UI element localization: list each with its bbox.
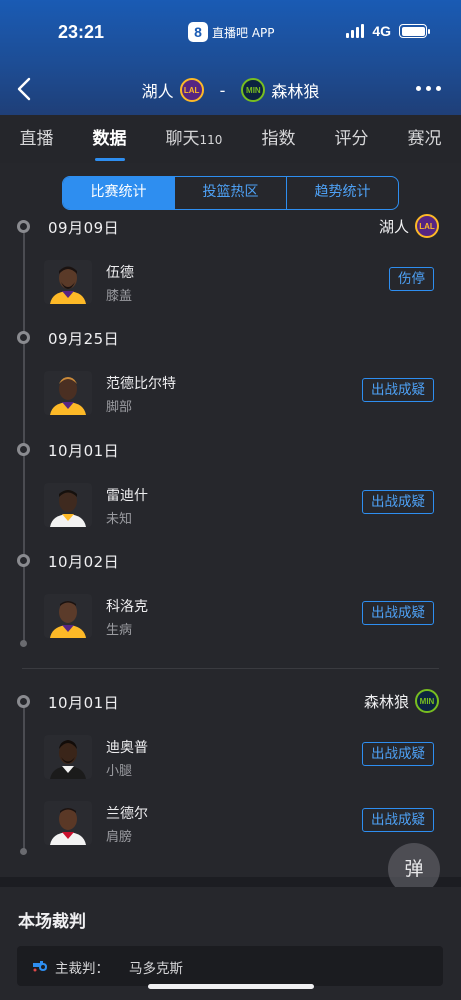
player-avatar — [44, 483, 92, 527]
tab-recap[interactable]: 赛况 — [407, 115, 441, 163]
player-avatar — [44, 371, 92, 415]
chat-count-badge: 110 — [199, 133, 223, 147]
player-row[interactable]: 雷迪什 未知 出战成疑 — [44, 481, 434, 533]
status-badge[interactable]: 出战成疑 — [362, 490, 434, 514]
timberwolves-logo-icon: MIN — [415, 689, 439, 713]
timeline-end-dot — [20, 640, 27, 647]
tab-odds[interactable]: 指数 — [261, 115, 295, 163]
status-badge[interactable]: 伤停 — [389, 267, 434, 291]
date-label: 10月02日 — [48, 553, 120, 571]
player-name: 兰德尔 — [106, 806, 148, 822]
player-name: 范德比尔特 — [106, 376, 176, 392]
player-row[interactable]: 兰德尔 肩膀 出战成疑 — [44, 799, 434, 851]
injury-note: 未知 — [106, 512, 133, 527]
player-name: 雷迪什 — [106, 488, 148, 504]
segment-trend-stats[interactable]: 趋势统计 — [287, 177, 398, 209]
segment-shot-chart[interactable]: 投篮热区 — [175, 177, 287, 209]
timeline-node — [17, 695, 30, 708]
team-name: 森林狼 — [363, 692, 409, 711]
signal-icon — [346, 24, 365, 38]
referee-row: 主裁判： 马多克斯 — [17, 946, 443, 986]
whistle-icon — [33, 961, 47, 972]
network-type: 4G — [372, 23, 391, 39]
more-options-icon[interactable] — [416, 86, 441, 91]
status-indicators: 4G — [346, 23, 430, 39]
referee-title: 本场裁判 — [18, 912, 86, 932]
home-team-name: 湖人 — [141, 82, 174, 101]
match-tabs: 直播 数据 聊天110 指数 评分 赛况 — [0, 115, 461, 163]
app-logo-icon: 8 — [188, 22, 208, 42]
battery-icon — [399, 24, 430, 38]
lakers-team-header: 湖人 LAL — [379, 214, 439, 238]
injury-report-card: 比赛统计 投篮热区 趋势统计 09月09日 湖人 LAL 伍德 膝盖 伤停 09… — [0, 163, 461, 877]
status-badge[interactable]: 出战成疑 — [362, 378, 434, 402]
match-separator: - — [219, 80, 226, 100]
timeline-line — [23, 233, 25, 641]
team-divider — [22, 668, 439, 669]
player-name: 迪奥普 — [106, 740, 148, 756]
home-indicator[interactable] — [148, 984, 314, 989]
status-time: 23:21 — [58, 22, 105, 42]
app-name: 直播吧 APP — [212, 25, 275, 40]
player-name: 科洛克 — [106, 599, 148, 615]
injury-note: 脚部 — [106, 400, 133, 415]
timeline-node — [17, 331, 30, 344]
timeline-node — [17, 220, 30, 233]
lakers-logo-icon: LAL — [415, 214, 439, 238]
stats-segmented-control: 比赛统计 投篮热区 趋势统计 — [62, 176, 399, 210]
segment-match-stats[interactable]: 比赛统计 — [63, 177, 175, 209]
player-name: 伍德 — [106, 265, 134, 281]
player-row[interactable]: 科洛克 生病 出战成疑 — [44, 592, 434, 644]
date-label: 09月25日 — [48, 330, 120, 348]
status-badge[interactable]: 出战成疑 — [362, 742, 434, 766]
player-avatar — [44, 594, 92, 638]
player-row[interactable]: 伍德 膝盖 伤停 — [44, 258, 434, 310]
player-avatar — [44, 735, 92, 779]
timeline-line — [23, 708, 25, 850]
injury-note: 膝盖 — [106, 289, 133, 304]
away-team-name: 森林狼 — [271, 82, 320, 101]
injury-note: 肩膀 — [106, 830, 133, 845]
timberwolves-team-header: 森林狼 MIN — [364, 689, 439, 713]
tab-ratings[interactable]: 评分 — [334, 115, 368, 163]
timberwolves-logo-icon: MIN — [241, 78, 266, 102]
injury-note: 生病 — [106, 623, 133, 638]
match-title: 湖人 LAL - MIN 森林狼 — [0, 78, 461, 102]
player-avatar — [44, 260, 92, 304]
tab-data[interactable]: 数据 — [93, 115, 127, 163]
player-row[interactable]: 迪奥普 小腿 出战成疑 — [44, 733, 434, 785]
nav-bar: 湖人 LAL - MIN 森林狼 — [0, 64, 461, 114]
tab-live[interactable]: 直播 — [20, 115, 54, 163]
app-header: 23:21 8 直播吧 APP 4G 湖人 LAL - MIN 森林狼 — [0, 0, 461, 115]
date-label: 10月01日 — [48, 694, 120, 712]
injury-note: 小腿 — [106, 764, 133, 779]
player-avatar — [44, 801, 92, 845]
team-name: 湖人 — [378, 217, 409, 236]
referee-name: 马多克斯 — [129, 961, 183, 977]
timeline-node — [17, 443, 30, 456]
timeline-end-dot — [20, 848, 27, 855]
status-badge[interactable]: 出战成疑 — [362, 808, 434, 832]
referee-label: 主裁判： — [55, 961, 109, 977]
lakers-logo-icon: LAL — [179, 78, 204, 102]
tab-chat[interactable]: 聊天110 — [166, 115, 223, 163]
player-row[interactable]: 范德比尔特 脚部 出战成疑 — [44, 369, 434, 421]
status-app-indicator[interactable]: 8 直播吧 APP — [188, 22, 275, 42]
date-label: 09月09日 — [48, 219, 120, 237]
timeline-node — [17, 554, 30, 567]
date-label: 10月01日 — [48, 442, 120, 460]
status-bar: 23:21 8 直播吧 APP 4G — [0, 0, 461, 64]
status-badge[interactable]: 出战成疑 — [362, 601, 434, 625]
